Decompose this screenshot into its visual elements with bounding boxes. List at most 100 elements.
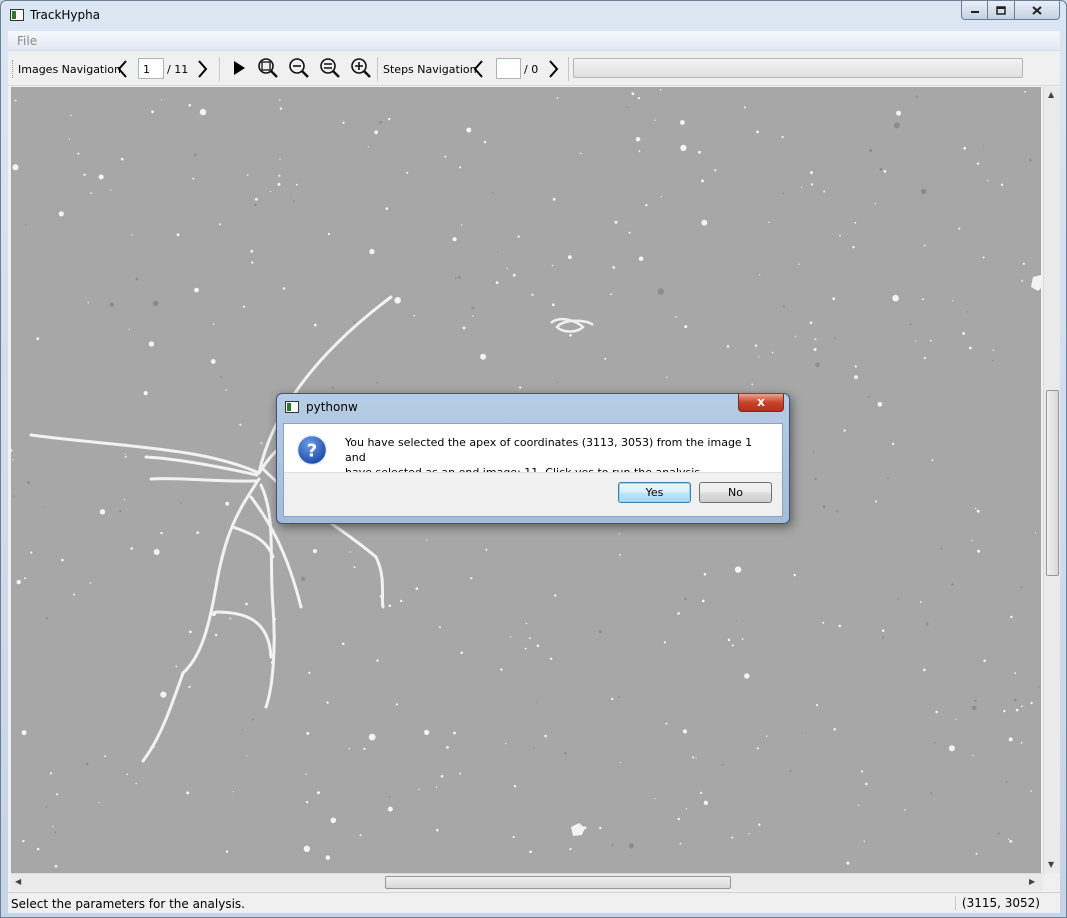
total-steps: / 0 — [524, 63, 539, 76]
speckle — [52, 825, 54, 828]
speckle — [497, 251, 499, 253]
speckle — [684, 325, 688, 329]
status-message: Select the parameters for the analysis. — [11, 897, 245, 911]
speckle — [896, 110, 902, 116]
speckle — [814, 477, 817, 480]
speckle — [535, 701, 538, 703]
speckle — [865, 782, 868, 786]
speckle — [495, 281, 499, 284]
speckle — [89, 582, 92, 584]
menu-file[interactable]: File — [17, 34, 37, 48]
speckle — [887, 477, 889, 479]
speckle — [977, 549, 981, 553]
speckle — [180, 502, 182, 504]
speckle — [897, 598, 899, 600]
next-step-icon[interactable] — [545, 58, 561, 80]
speckle — [130, 547, 134, 550]
scroll-right-icon[interactable]: ▶ — [1029, 877, 1035, 886]
speckle — [1024, 91, 1026, 93]
speckle — [251, 718, 254, 721]
prev-step-icon[interactable] — [471, 58, 487, 80]
speckle — [348, 748, 350, 750]
speckle — [331, 386, 334, 389]
speckle — [22, 839, 25, 843]
vertical-scrollbar[interactable]: ▲ ▼ — [1043, 87, 1060, 873]
title-bar[interactable]: TrackHypha — [1, 1, 1066, 31]
speckle — [987, 179, 989, 182]
zoom-fit-icon[interactable] — [256, 56, 280, 80]
zoom-out-icon[interactable] — [287, 56, 311, 80]
speckle — [529, 850, 532, 854]
speckle — [610, 293, 612, 296]
speckle — [638, 150, 641, 153]
cursor-coordinates: (3115, 3052) — [954, 896, 1040, 910]
speckle — [971, 539, 973, 542]
maximize-button[interactable] — [988, 1, 1015, 20]
yes-button[interactable]: Yes — [618, 482, 691, 503]
horizontal-scrollbar[interactable]: ◀ ▶ — [11, 873, 1043, 890]
current-step-input[interactable] — [496, 58, 521, 79]
speckle — [744, 673, 750, 679]
speckle — [506, 267, 508, 269]
speckle — [789, 770, 792, 772]
speckle — [604, 357, 607, 360]
next-image-icon[interactable] — [194, 58, 210, 80]
speckle — [974, 699, 977, 702]
zoom-in-icon[interactable] — [349, 56, 373, 80]
speckle — [814, 338, 817, 341]
scroll-down-icon[interactable]: ▼ — [1048, 860, 1054, 869]
toolbar-grip[interactable] — [12, 60, 15, 78]
speckle — [599, 826, 602, 830]
speckle — [246, 174, 249, 176]
close-button[interactable] — [1015, 1, 1060, 20]
speckle — [869, 149, 873, 152]
toolbar-separator — [377, 57, 378, 81]
speckle — [446, 746, 449, 749]
speckle — [277, 182, 281, 186]
speckle — [472, 315, 474, 317]
speckle — [161, 99, 163, 101]
speckle — [795, 335, 797, 338]
speckle — [529, 637, 531, 640]
speckle — [975, 507, 977, 510]
horizontal-scroll-thumb[interactable] — [385, 876, 731, 889]
speckle — [186, 791, 190, 795]
speckle — [782, 192, 785, 195]
speckle — [279, 107, 283, 110]
speckle — [241, 729, 243, 731]
vertical-scroll-thumb[interactable] — [1046, 390, 1059, 576]
speckle — [968, 346, 972, 350]
speckle — [665, 722, 668, 725]
dialog-close-button[interactable]: x — [738, 394, 784, 412]
speckle — [1007, 838, 1010, 840]
speckle — [260, 442, 263, 445]
speckle — [619, 762, 621, 764]
close-icon — [1032, 5, 1042, 15]
speckle — [90, 192, 93, 194]
speckle — [387, 806, 393, 812]
speckle — [955, 718, 957, 721]
speckle — [611, 697, 614, 701]
speckle — [611, 844, 614, 847]
no-button[interactable]: No — [699, 482, 772, 503]
speckle — [303, 845, 311, 852]
current-image-input[interactable]: 1 — [138, 58, 164, 79]
speckle — [569, 334, 572, 337]
speckle — [160, 691, 167, 698]
speckle — [77, 152, 80, 155]
dialog-title-bar[interactable]: pythonw x — [277, 394, 789, 418]
speckle — [734, 566, 742, 573]
zoom-reset-icon[interactable] — [318, 56, 342, 80]
speckle — [875, 500, 877, 503]
svg-text:?: ? — [307, 441, 317, 462]
scroll-left-icon[interactable]: ◀ — [15, 877, 21, 886]
speckle — [731, 644, 734, 647]
speckle — [893, 122, 900, 129]
prev-image-icon[interactable] — [115, 58, 131, 80]
total-images: / 11 — [167, 63, 189, 76]
minimize-button[interactable] — [961, 1, 988, 20]
play-icon[interactable] — [227, 56, 251, 80]
speckle — [833, 728, 836, 731]
scroll-up-icon[interactable]: ▲ — [1048, 90, 1054, 99]
speckle — [863, 840, 865, 842]
